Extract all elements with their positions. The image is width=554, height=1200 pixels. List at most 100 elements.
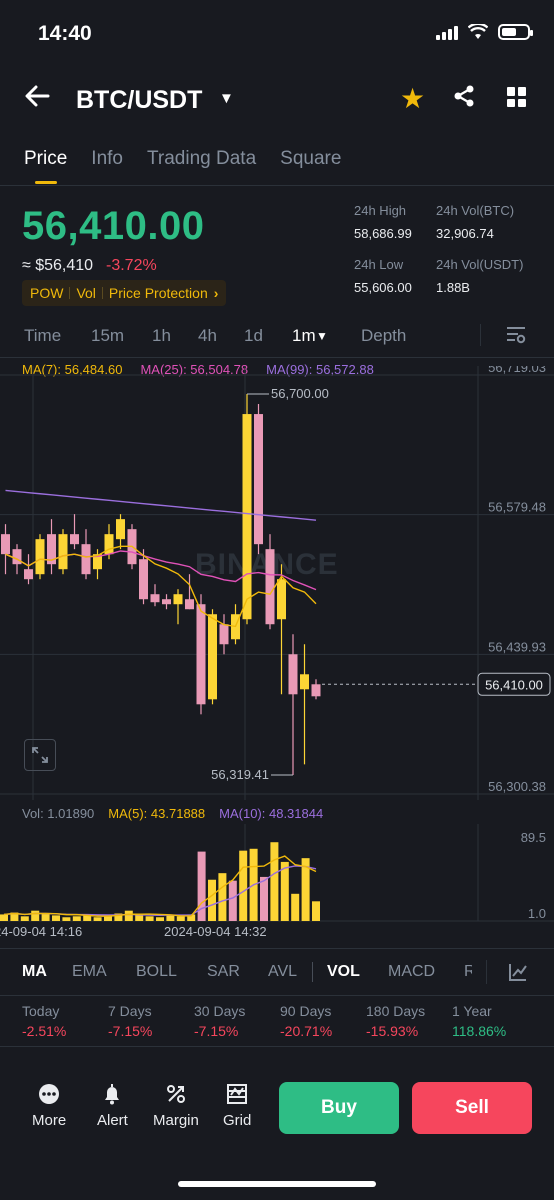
volume-bar (156, 917, 164, 921)
vol-ma5-line (3, 855, 317, 917)
candle-body (173, 594, 183, 605)
volume-bar (270, 842, 279, 921)
vol-usdt-label: 24h Vol(USDT) (436, 257, 524, 272)
tag-price-protection[interactable]: Price Protection (109, 285, 208, 301)
volume-bar (124, 910, 133, 921)
high-value: 58,686.99 (354, 226, 412, 241)
performance-label: Today (22, 1003, 60, 1019)
indicator-settings-icon[interactable] (508, 962, 528, 987)
candle-body (277, 579, 286, 620)
vol-ma10-line (3, 865, 317, 916)
divider (0, 357, 554, 358)
interval-bar: Time 15m 1h 4h 1d 1m ▼ Depth (24, 326, 406, 346)
low-label: 24h Low (354, 257, 404, 272)
tab-trading-data[interactable]: Trading Data (147, 148, 256, 170)
interval-15m[interactable]: 15m (91, 326, 152, 346)
performance-row: Today -2.51% 7 Days -7.15% 30 Days -7.15% 90 D… (22, 1003, 538, 1039)
divider (0, 948, 554, 949)
indicator-ema[interactable]: EMA (72, 963, 136, 981)
candle-body (162, 599, 171, 605)
alert-label: Alert (97, 1112, 128, 1129)
chevron-down-icon[interactable]: ▼ (316, 326, 361, 346)
vol-btc-value: 32,906.74 (436, 226, 494, 241)
y-tick-label: 56,300.38 (488, 779, 546, 794)
more-button[interactable]: More (32, 1082, 66, 1129)
performance-label: 30 Days (194, 1003, 246, 1019)
grid-button[interactable]: Grid (223, 1082, 251, 1129)
tab-info[interactable]: Info (91, 148, 123, 170)
performance-item: 7 Days -7.15% (108, 1003, 194, 1039)
back-arrow-icon[interactable] (24, 84, 50, 112)
tags-bar[interactable]: POW Vol Price Protection › (22, 280, 227, 306)
sell-button[interactable]: Sell (412, 1082, 532, 1134)
active-tab-indicator (35, 181, 57, 184)
indicator-vol[interactable]: VOL (327, 963, 388, 981)
candle-body (150, 594, 160, 603)
status-icons (436, 24, 533, 40)
volume-bar (260, 876, 268, 921)
volume-bar (62, 917, 71, 921)
performance-label: 90 Days (280, 1003, 332, 1019)
candle-body (242, 414, 252, 620)
candle-body (70, 534, 79, 545)
volume-bar (176, 916, 185, 921)
main-tabs: Price Info Trading Data Square (24, 148, 341, 170)
candle-body (288, 654, 298, 695)
indicator-sar[interactable]: SAR (207, 963, 268, 981)
volume-bar (166, 915, 175, 921)
candle-body (265, 549, 275, 625)
candle-body (311, 684, 321, 697)
indicator-boll[interactable]: BOLL (136, 963, 207, 981)
indicator-ma[interactable]: MA (22, 963, 72, 981)
volume-bar (52, 915, 60, 921)
candle-body (58, 534, 68, 570)
interval-1m[interactable]: 1m (292, 326, 316, 346)
grid-menu-icon[interactable] (507, 87, 527, 107)
fullscreen-icon[interactable] (24, 739, 56, 771)
interval-depth[interactable]: Depth (361, 326, 406, 346)
interval-1d[interactable]: 1d (244, 326, 292, 346)
favorite-star-icon[interactable]: ★ (400, 82, 425, 115)
fiat-price: ≈ $56,410 (22, 257, 94, 274)
chart-settings-icon[interactable] (506, 326, 526, 344)
high-marker-label: 56,700.00 (271, 386, 329, 401)
alert-button[interactable]: Alert (97, 1082, 128, 1129)
performance-label: 1 Year (452, 1003, 492, 1019)
grid-label: Grid (223, 1112, 252, 1129)
vol-ma5-label: MA(5): 43.71888 (108, 806, 206, 821)
low-value: 55,606.00 (354, 280, 412, 295)
candlestick-chart[interactable]: 56,719.0356,579.4856,439.9356,300.38BINA… (0, 366, 554, 800)
indicator-more[interactable]: R (464, 963, 472, 981)
buy-button[interactable]: Buy (279, 1082, 399, 1134)
share-icon[interactable] (452, 84, 476, 113)
volume-bar (41, 913, 50, 921)
performance-item: 180 Days -15.93% (366, 1003, 452, 1039)
status-bar: 14:40 (0, 0, 554, 66)
performance-item: 90 Days -20.71% (280, 1003, 366, 1039)
y-tick-label: 56,439.93 (488, 639, 546, 654)
pair-title[interactable]: BTC/USDT (76, 86, 202, 115)
margin-button[interactable]: Margin (153, 1082, 199, 1129)
indicator-macd[interactable]: MACD (388, 963, 464, 981)
volume-bar (31, 910, 40, 921)
indicator-tabs: MA EMA BOLL SAR AVL VOL MACD R (22, 962, 472, 982)
interval-1h[interactable]: 1h (152, 326, 198, 346)
y-tick-label: 56,719.03 (488, 366, 546, 375)
performance-value: -7.15% (194, 1023, 239, 1039)
tag-vol[interactable]: Vol (76, 285, 95, 301)
home-indicator (178, 1181, 376, 1187)
performance-value: -20.71% (280, 1023, 333, 1039)
vol-ma10-label: MA(10): 48.31844 (219, 806, 324, 821)
indicator-avl[interactable]: AVL (268, 963, 312, 981)
divider (0, 995, 554, 996)
tab-square[interactable]: Square (280, 148, 341, 170)
interval-4h[interactable]: 4h (198, 326, 244, 346)
tab-price[interactable]: Price (24, 148, 67, 170)
tag-pow[interactable]: POW (30, 285, 63, 301)
interval-time[interactable]: Time (24, 326, 91, 346)
chevron-down-icon[interactable]: ▼ (219, 90, 234, 107)
bell-icon (100, 1082, 124, 1106)
bottom-action-bar: More Alert Margin Grid Buy Sell (0, 1070, 554, 1150)
volume-chart[interactable]: 89.5 1.0 24-09-04 14:16 2024-09-04 14:32 (0, 824, 554, 944)
wifi-icon (468, 24, 488, 39)
